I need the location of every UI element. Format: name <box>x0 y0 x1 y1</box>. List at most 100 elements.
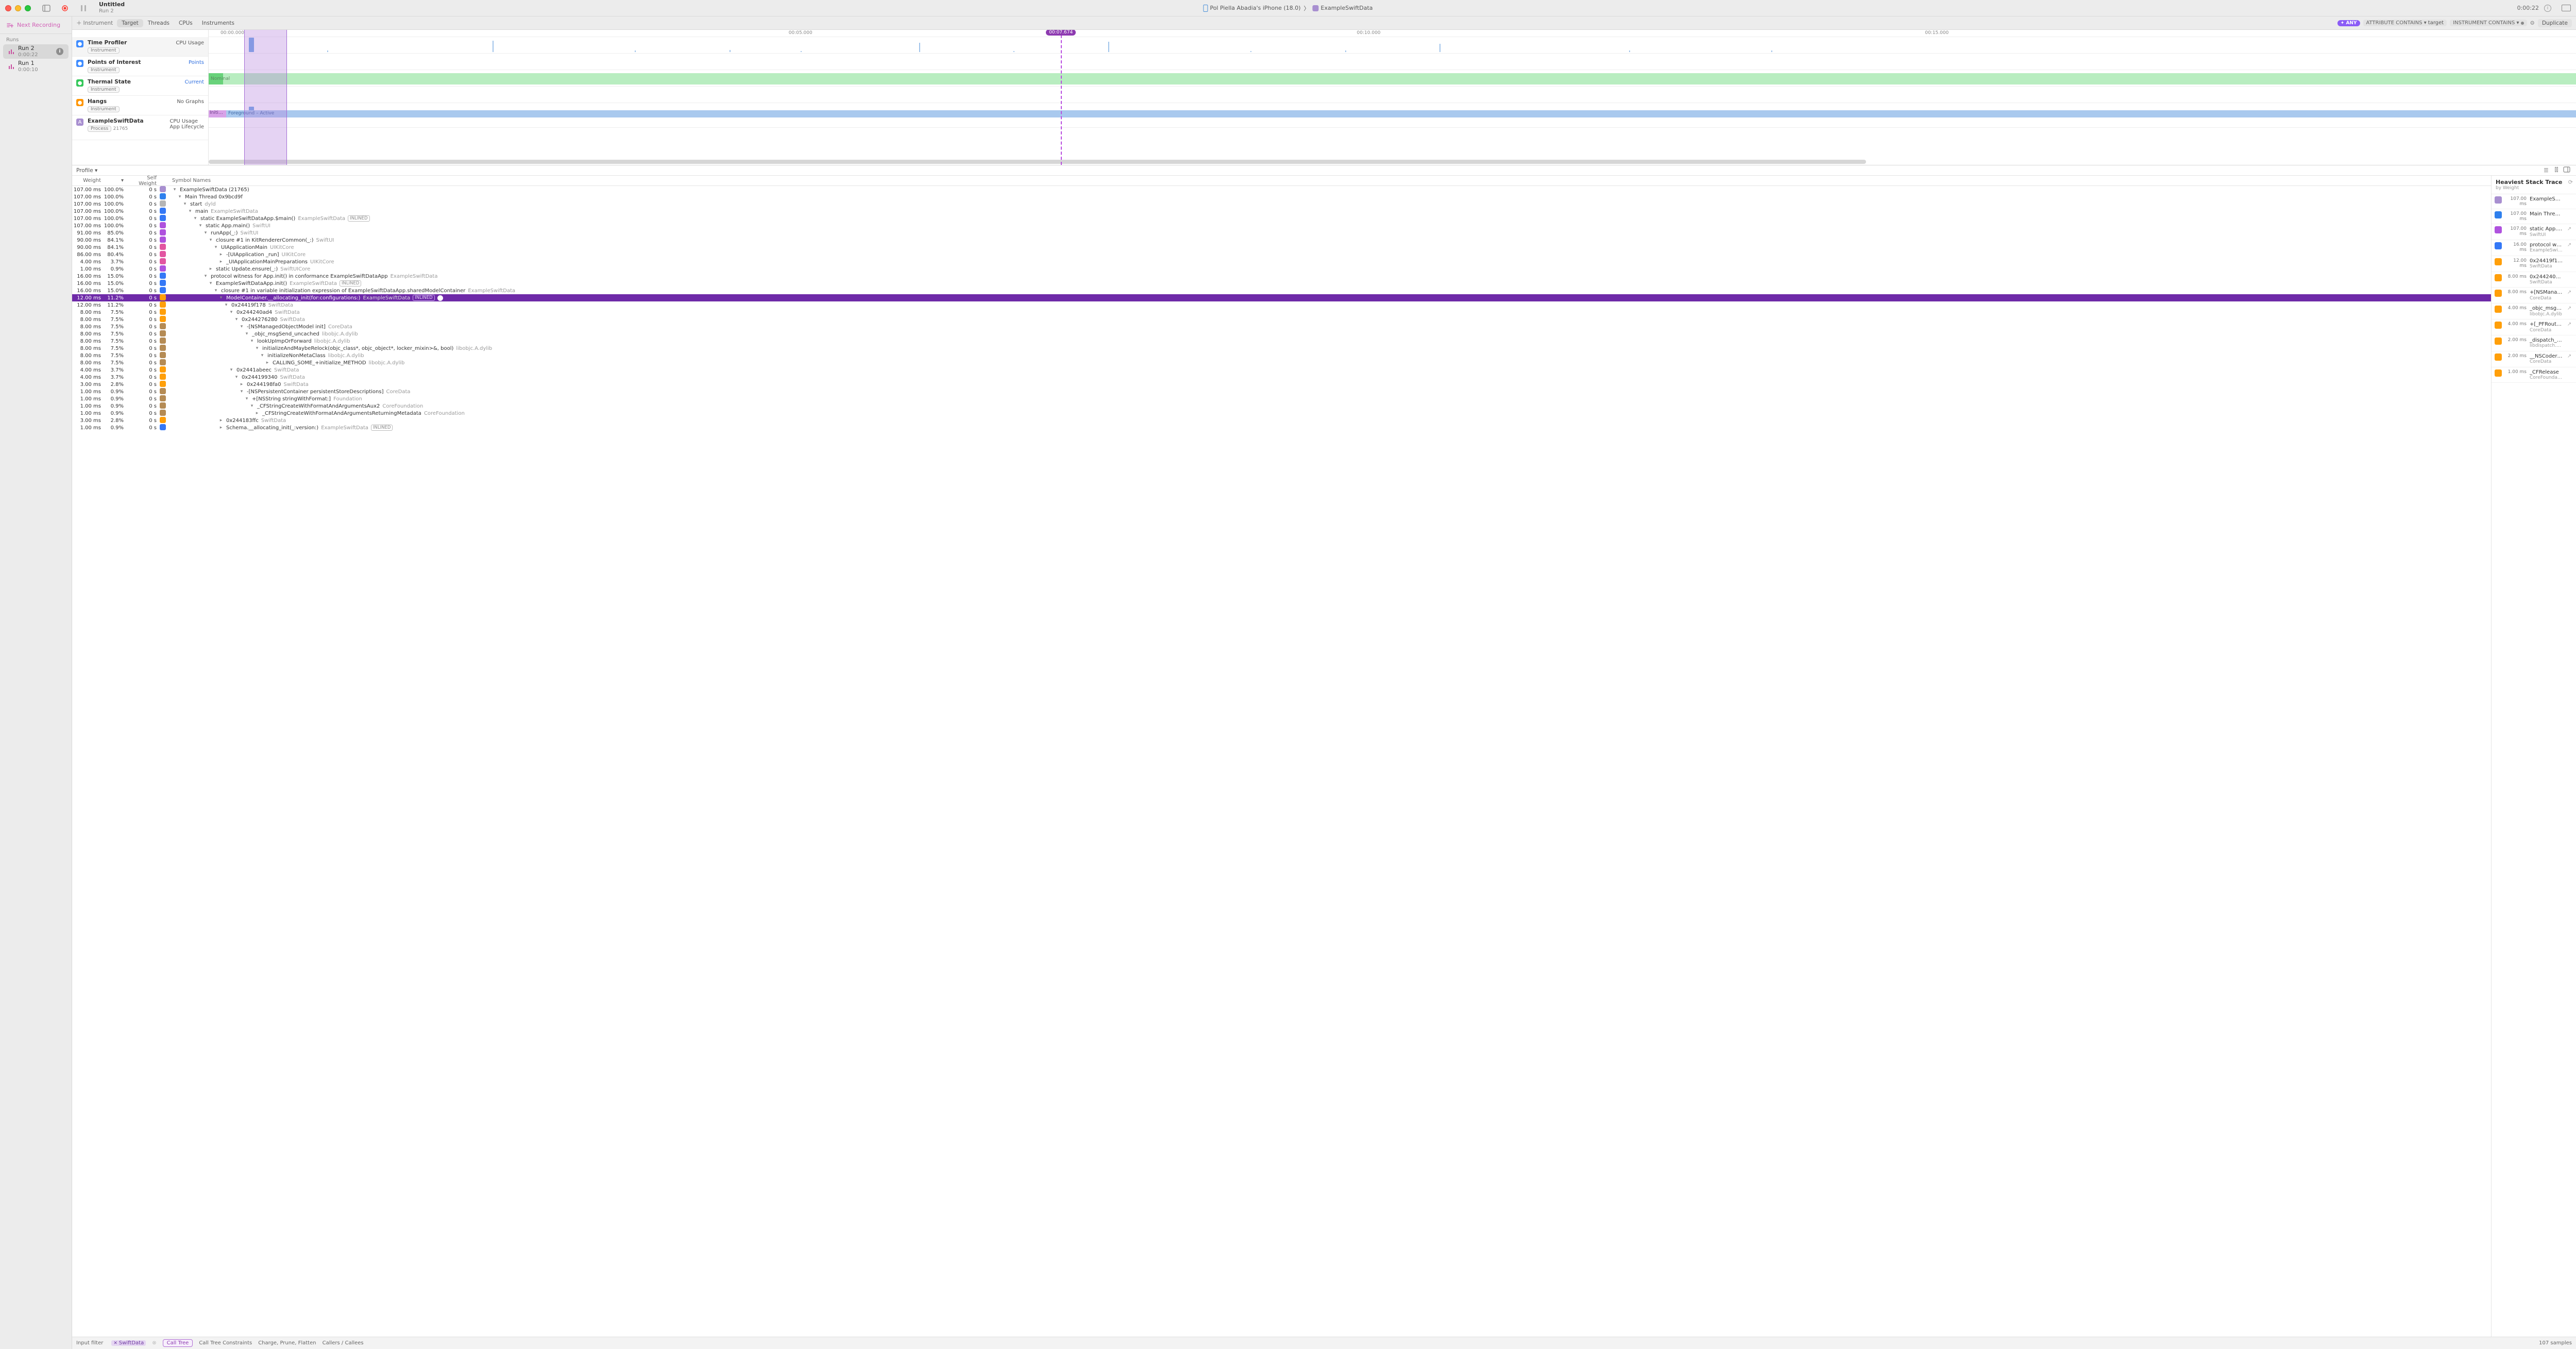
call-tree-row[interactable]: 107.00 ms100.0%0 s ▾ start dyld <box>72 200 2491 208</box>
track-lane-3[interactable] <box>209 87 2576 103</box>
detail-columns-button[interactable]: ⫿⫿ <box>2551 167 2562 174</box>
call-tree-row[interactable]: 16.00 ms15.0%0 s ▾ protocol witness for … <box>72 273 2491 280</box>
disclosure-arrow[interactable]: ▾ <box>188 209 193 214</box>
run-item-0[interactable]: Run 20:00:22 i <box>3 44 69 59</box>
col-symbol[interactable]: Symbol Names <box>170 178 2491 183</box>
disclosure-arrow[interactable]: ▾ <box>208 281 213 286</box>
track-right-label[interactable]: Current <box>184 79 204 85</box>
heaviest-row[interactable]: 16.00 ms protocol witness for App…Exampl… <box>2492 240 2576 256</box>
track-header-2[interactable]: ● Thermal State Instrument Current <box>72 76 208 96</box>
heaviest-row[interactable]: 8.00 ms +[NSManagedObject…CoreData ↗ <box>2492 288 2576 303</box>
track-lane-0[interactable] <box>209 37 2576 54</box>
heaviest-row[interactable]: 2.00 ms __NSCoderEnforceF…CoreData ↗ <box>2492 351 2576 367</box>
callers-callees-button[interactable]: Callers / Callees <box>323 1340 364 1346</box>
call-tree-row[interactable]: 1.00 ms0.9%0 s ▸ static Update.ensure(_:… <box>72 265 2491 273</box>
display-mode-button[interactable] <box>2562 5 2571 11</box>
heaviest-row[interactable]: 8.00 ms 0x244240ad4SwiftData <box>2492 272 2576 288</box>
disclosure-arrow[interactable]: ▸ <box>265 360 270 365</box>
disclosure-arrow[interactable]: ▾ <box>182 201 188 207</box>
disclosure-arrow[interactable]: ▸ <box>239 382 244 387</box>
call-tree-row[interactable]: 8.00 ms7.5%0 s ▾ 0x244276280 SwiftData <box>72 316 2491 323</box>
call-tree-row[interactable]: 1.00 ms0.9%0 s ▾ -[NSPersistentContainer… <box>72 388 2491 395</box>
disclosure-arrow[interactable]: ▸ <box>218 425 224 430</box>
disclosure-arrow[interactable]: ▾ <box>244 331 249 336</box>
heaviest-row[interactable]: 107.00 ms ExampleSwiftData (21765) <box>2492 194 2576 209</box>
disclosure-arrow[interactable]: ▾ <box>203 230 208 235</box>
pause-button[interactable] <box>76 3 91 14</box>
disclosure-arrow[interactable]: ▾ <box>213 245 218 250</box>
col-self[interactable]: Self Weight <box>129 175 160 187</box>
call-tree-row[interactable]: 3.00 ms2.8%0 s ▸ 0x244198fa0 SwiftData <box>72 381 2491 388</box>
disclosure-arrow[interactable]: ▸ <box>208 266 213 272</box>
track-lane-1[interactable] <box>209 54 2576 70</box>
disclosure-arrow[interactable]: ▾ <box>239 389 244 394</box>
call-tree-toggle[interactable]: Call Tree <box>163 1339 193 1347</box>
track-header-3[interactable]: ● Hangs Instrument No Graphs <box>72 96 208 115</box>
disclosure-arrow[interactable]: ▾ <box>234 375 239 380</box>
charge-prune-flatten-button[interactable]: Charge, Prune, Flatten <box>258 1340 316 1346</box>
call-tree-row[interactable]: 107.00 ms100.0%0 s ▾ main ExampleSwiftDa… <box>72 208 2491 215</box>
any-filter-tag[interactable]: ✦ ANY <box>2337 20 2360 26</box>
call-tree-row[interactable]: 107.00 ms100.0%0 s ▾ Main Thread 0x9bcd9… <box>72 193 2491 200</box>
call-tree-row[interactable]: 1.00 ms0.9%0 s ▾ +[NSString stringWithFo… <box>72 395 2491 402</box>
info-button[interactable]: i <box>2544 5 2551 12</box>
call-tree-row[interactable]: 1.00 ms0.9%0 s ▸ Schema.__allocating_ini… <box>72 424 2491 431</box>
call-tree-row[interactable]: 8.00 ms7.5%0 s ▾ lookUpImpOrForward libo… <box>72 338 2491 345</box>
call-tree-row[interactable]: 8.00 ms7.5%0 s ▸ CALLING_SOME_+initializ… <box>72 359 2491 366</box>
jump-to-source-button[interactable]: ↗ <box>2566 306 2573 311</box>
next-recording-button[interactable]: Next Recording <box>0 16 72 34</box>
disclosure-arrow[interactable]: ▾ <box>177 194 182 199</box>
track-header-0[interactable]: ● Time Profiler Instrument CPU Usage <box>72 37 208 57</box>
filter-token-swiftdata[interactable]: SwiftData <box>111 1340 146 1346</box>
filter-settings-button[interactable]: ⚙ <box>2530 20 2535 26</box>
detail-settings-button[interactable]: ☰ <box>2541 167 2551 174</box>
filter-tab-cpus[interactable]: CPUs <box>174 19 197 27</box>
heaviest-row[interactable]: 12.00 ms 0x24419f178SwiftData <box>2492 256 2576 272</box>
filter-condition-2[interactable]: INSTRUMENT CONTAINS ▾ <box>2450 20 2527 26</box>
timeline-selection[interactable] <box>244 30 287 165</box>
track-header-4[interactable]: A ExampleSwiftData Process 21765 CPU Usa… <box>72 115 208 140</box>
track-right-label[interactable]: Points <box>189 60 204 65</box>
filter-tab-instruments[interactable]: Instruments <box>197 19 239 27</box>
call-tree-row[interactable]: 1.00 ms0.9%0 s ▸ _CFStringCreateWithForm… <box>72 410 2491 417</box>
call-tree-row[interactable]: 8.00 ms7.5%0 s ▾ _objc_msgSend_uncached … <box>72 330 2491 338</box>
disclosure-arrow[interactable]: ▾ <box>249 403 255 409</box>
minimize-window[interactable] <box>15 5 21 11</box>
disclosure-arrow[interactable]: ▾ <box>255 346 260 351</box>
detail-tab-profile[interactable]: Profile ▾ <box>76 167 97 174</box>
duplicate-button[interactable]: Duplicate <box>2538 19 2572 27</box>
jump-to-source-button[interactable]: ↗ <box>2566 290 2573 295</box>
jump-to-source-button[interactable]: ↗ <box>2566 322 2573 327</box>
call-tree-row[interactable]: 8.00 ms7.5%0 s ▾ -[NSManagedObjectModel … <box>72 323 2491 330</box>
disclosure-arrow[interactable]: ▾ <box>198 223 203 228</box>
jump-to-source-button[interactable]: ↗ <box>2566 226 2573 232</box>
disclosure-arrow[interactable]: ▾ <box>213 288 218 293</box>
track-header-1[interactable]: ● Points of Interest Instrument Points <box>72 57 208 76</box>
call-tree-row[interactable]: 91.00 ms85.0%0 s ▾ runApp(_:) SwiftUI <box>72 229 2491 237</box>
call-tree-row[interactable]: 90.00 ms84.1%0 s ▾ closure #1 in KitRend… <box>72 237 2491 244</box>
toggle-sidebar-button[interactable] <box>39 3 54 14</box>
heaviest-row[interactable]: 1.00 ms _CFReleaseCoreFoundation <box>2492 367 2576 383</box>
heaviest-row[interactable]: 2.00 ms _dispatch_once_calloutlibdispatc… <box>2492 335 2576 351</box>
call-tree-row[interactable]: 12.00 ms11.2%0 s ▾ 0x24419f178 SwiftData <box>72 301 2491 309</box>
disclosure-arrow[interactable]: ▾ <box>229 310 234 315</box>
call-tree-row[interactable]: 107.00 ms100.0%0 s ▾ static App.main() S… <box>72 222 2491 229</box>
disclosure-arrow[interactable]: ▸ <box>218 259 224 264</box>
toggle-inspector-button[interactable] <box>2562 166 2572 174</box>
timeline-scrollbar[interactable] <box>209 159 2576 165</box>
call-tree-row[interactable]: 3.00 ms2.8%0 s ▸ 0x244183ffc SwiftData <box>72 417 2491 424</box>
call-tree-row[interactable]: 86.00 ms80.4%0 s ▸ -[UIApplication _run]… <box>72 251 2491 258</box>
heaviest-row[interactable]: 107.00 ms Main Thread 0x9bcd9f <box>2492 209 2576 224</box>
heaviest-row[interactable]: 4.00 ms +[_PFRoutines initiali…CoreData … <box>2492 319 2576 335</box>
disclosure-arrow[interactable]: ▾ <box>208 238 213 243</box>
add-instrument-button[interactable]: ＋Instrument <box>76 19 113 27</box>
zoom-window[interactable] <box>25 5 31 11</box>
disclosure-arrow[interactable]: ▾ <box>260 353 265 358</box>
col-weight[interactable]: Weight <box>72 178 103 183</box>
call-tree-row[interactable]: 16.00 ms15.0%0 s ▾ closure #1 in variabl… <box>72 287 2491 294</box>
call-tree-constraints-button[interactable]: Call Tree Constraints <box>199 1340 252 1346</box>
disclosure-arrow[interactable]: ▾ <box>224 302 229 308</box>
run-info-button[interactable]: i <box>56 48 63 55</box>
call-tree-row[interactable]: 8.00 ms7.5%0 s ▾ initializeNonMetaClass … <box>72 352 2491 359</box>
call-tree-row[interactable]: 8.00 ms7.5%0 s ▾ initializeAndMaybeReloc… <box>72 345 2491 352</box>
